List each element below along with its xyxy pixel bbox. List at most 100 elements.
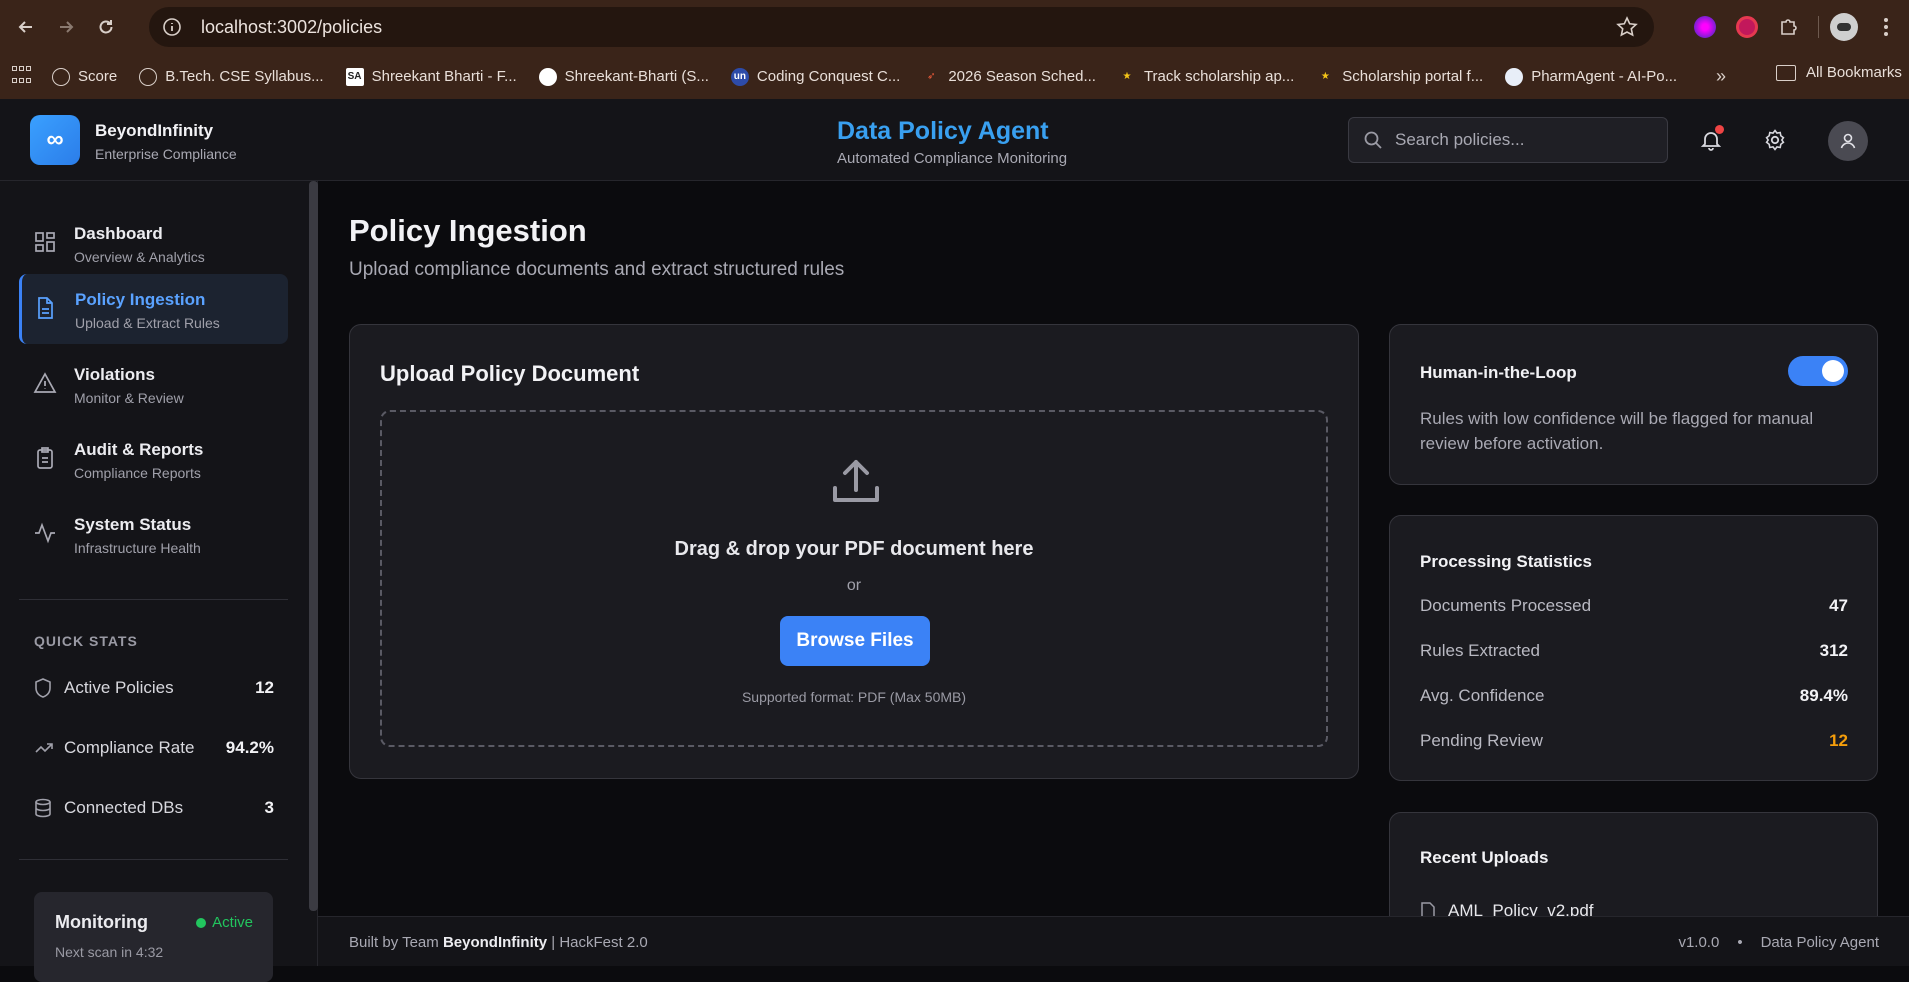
sidebar-item-subtitle: Monitor & Review — [74, 390, 184, 406]
user-icon — [1840, 133, 1856, 149]
puzzle-icon[interactable] — [1770, 8, 1808, 46]
sidebar-item-title: System Status — [74, 515, 192, 534]
browse-files-button[interactable]: Browse Files — [780, 616, 930, 666]
processing-statistics-card: Processing Statistics Documents Processe… — [1389, 515, 1878, 781]
quick-stats-title: QUICK STATS — [34, 633, 138, 649]
hitl-description: Rules with low confidence will be flagge… — [1420, 409, 1814, 453]
sidebar-item-dashboard[interactable]: Dashboard Overview & Analytics — [19, 208, 288, 278]
supported-format-text: Supported format: PDF (Max 50MB) — [741, 689, 967, 705]
sidebar-item-title: Policy Ingestion — [75, 290, 206, 309]
quick-stat-active-policies: Active Policies 12 — [34, 674, 274, 702]
menu-kebab-icon[interactable] — [1867, 8, 1905, 46]
star-icon[interactable] — [1616, 16, 1638, 43]
stat-value: 312 — [1819, 641, 1848, 660]
extension-purple-icon[interactable] — [1686, 8, 1724, 46]
sidebar-item-audit-reports[interactable]: Audit & Reports Compliance Reports — [19, 424, 288, 494]
rocket-icon: ➶ — [927, 71, 936, 82]
browser-toolbar: localhost:3002/policies — [0, 0, 1909, 54]
back-button[interactable] — [8, 9, 44, 45]
quick-stat-value: 12 — [255, 678, 274, 697]
settings-button[interactable] — [1758, 123, 1792, 157]
sidebar-item-subtitle: Overview & Analytics — [74, 249, 205, 265]
status-badge: Active — [196, 914, 253, 931]
separator-dot: • — [1737, 934, 1743, 951]
stats-title: Processing Statistics — [1420, 552, 1592, 571]
all-bookmarks-button[interactable]: All Bookmarks — [1776, 64, 1902, 81]
sidebar-divider — [19, 859, 288, 860]
sidebar-item-violations[interactable]: Violations Monitor & Review — [19, 349, 288, 419]
bookmark-btech-syllabus[interactable]: B.Tech. CSE Syllabus... — [139, 67, 324, 86]
sidebar-scrollbar[interactable] — [309, 181, 318, 911]
shield-icon — [34, 678, 54, 698]
infinity-logo-icon[interactable]: ∞ — [30, 115, 80, 165]
notification-badge — [1715, 125, 1724, 134]
or-text: or — [846, 577, 862, 594]
stat-row-avg-confidence: Avg. Confidence 89.4% — [1420, 686, 1848, 710]
dropzone[interactable]: Drag & drop your PDF document here or Br… — [380, 410, 1328, 747]
bookmark-scholarship-portal[interactable]: ★ Scholarship portal f... — [1316, 68, 1483, 86]
hitl-toggle[interactable] — [1788, 356, 1848, 386]
warning-icon — [33, 371, 57, 400]
search-input[interactable] — [1395, 130, 1655, 150]
bookmarks-overflow-button[interactable]: » — [1716, 66, 1726, 87]
search-box[interactable] — [1348, 117, 1668, 163]
upload-icon — [829, 454, 883, 513]
next-scan-text: Next scan in 4:32 — [55, 944, 164, 960]
quick-stat-compliance-rate: Compliance Rate 94.2% — [34, 734, 274, 762]
sa-icon: SA — [345, 67, 364, 86]
graduation-cap-icon: ★ — [1320, 71, 1330, 82]
sidebar-item-system-status[interactable]: System Status Infrastructure Health — [19, 499, 288, 569]
profile-avatar[interactable] — [1825, 8, 1863, 46]
quick-stat-connected-dbs: Connected DBs 3 — [34, 794, 274, 822]
forward-button[interactable] — [48, 9, 84, 45]
address-bar[interactable]: localhost:3002/policies — [149, 7, 1654, 47]
globe-icon — [52, 67, 70, 86]
stat-label: Pending Review — [1420, 731, 1543, 750]
drop-instructions: Drag & drop your PDF document here — [674, 538, 1034, 560]
team-name: BeyondInfinity — [442, 934, 548, 951]
quick-stat-label: Compliance Rate — [64, 738, 195, 757]
stat-row-pending-review: Pending Review 12 — [1420, 731, 1848, 755]
app-subtitle: Automated Compliance Monitoring — [837, 150, 1068, 167]
bookmark-shreekant-f[interactable]: SA Shreekant Bharti - F... — [345, 67, 517, 86]
user-avatar-button[interactable] — [1828, 121, 1868, 161]
quick-stat-value: 94.2% — [225, 738, 274, 757]
info-icon[interactable] — [161, 16, 183, 38]
monitoring-title: Monitoring — [55, 912, 148, 932]
document-icon — [33, 296, 57, 325]
notifications-button[interactable] — [1694, 123, 1728, 157]
url-text[interactable]: localhost:3002/policies — [201, 17, 382, 38]
app-header: ∞ BeyondInfinity Enterprise Compliance D… — [0, 99, 1909, 181]
upload-card-title: Upload Policy Document — [380, 361, 640, 386]
apps-grid-icon[interactable] — [12, 65, 34, 88]
app-title: Data Policy Agent — [837, 117, 1049, 145]
sidebar-item-title: Audit & Reports — [74, 440, 204, 459]
search-icon — [1363, 130, 1383, 150]
reload-button[interactable] — [88, 9, 124, 45]
footer-app-name: Data Policy Agent — [1760, 934, 1879, 951]
bookmark-github[interactable]: Shreekant-Bharti (S... — [538, 67, 709, 86]
sidebar-item-title: Dashboard — [74, 224, 163, 243]
bookmark-coding-conquest[interactable]: un Coding Conquest C... — [730, 67, 900, 86]
version-text: v1.0.0 — [1678, 934, 1720, 951]
separator — [1818, 16, 1819, 38]
bookmark-score[interactable]: Score — [52, 67, 117, 86]
recent-uploads-card: Recent Uploads AML_Policy_v2.pdf — [1389, 812, 1878, 932]
status-dot-icon — [196, 917, 207, 928]
stat-row-rules-extracted: Rules Extracted 312 — [1420, 641, 1848, 665]
stat-value: 12 — [1829, 731, 1848, 750]
bookmark-2026-season[interactable]: ➶ 2026 Season Sched... — [922, 68, 1096, 86]
sidebar-item-subtitle: Upload & Extract Rules — [75, 315, 220, 331]
recent-uploads-title: Recent Uploads — [1420, 848, 1549, 867]
bookmarks-bar: Score B.Tech. CSE Syllabus... SA Shreekan… — [0, 54, 1909, 99]
bookmark-track-scholarship[interactable]: ★ Track scholarship ap... — [1118, 68, 1294, 86]
globe-icon — [139, 67, 158, 86]
sidebar-item-policy-ingestion[interactable]: Policy Ingestion Upload & Extract Rules — [19, 274, 288, 344]
arrow-left-icon — [18, 21, 32, 33]
sidebar-divider — [19, 599, 288, 600]
sidebar: Dashboard Overview & Analytics Policy In… — [0, 181, 318, 982]
bookmark-pharmagent[interactable]: PharmAgent - AI-Po... — [1505, 67, 1677, 86]
extension-record-icon[interactable] — [1728, 8, 1766, 46]
footer-meta: v1.0.0 • Data Policy Agent — [1678, 934, 1879, 951]
quick-stat-label: Connected DBs — [64, 798, 184, 817]
